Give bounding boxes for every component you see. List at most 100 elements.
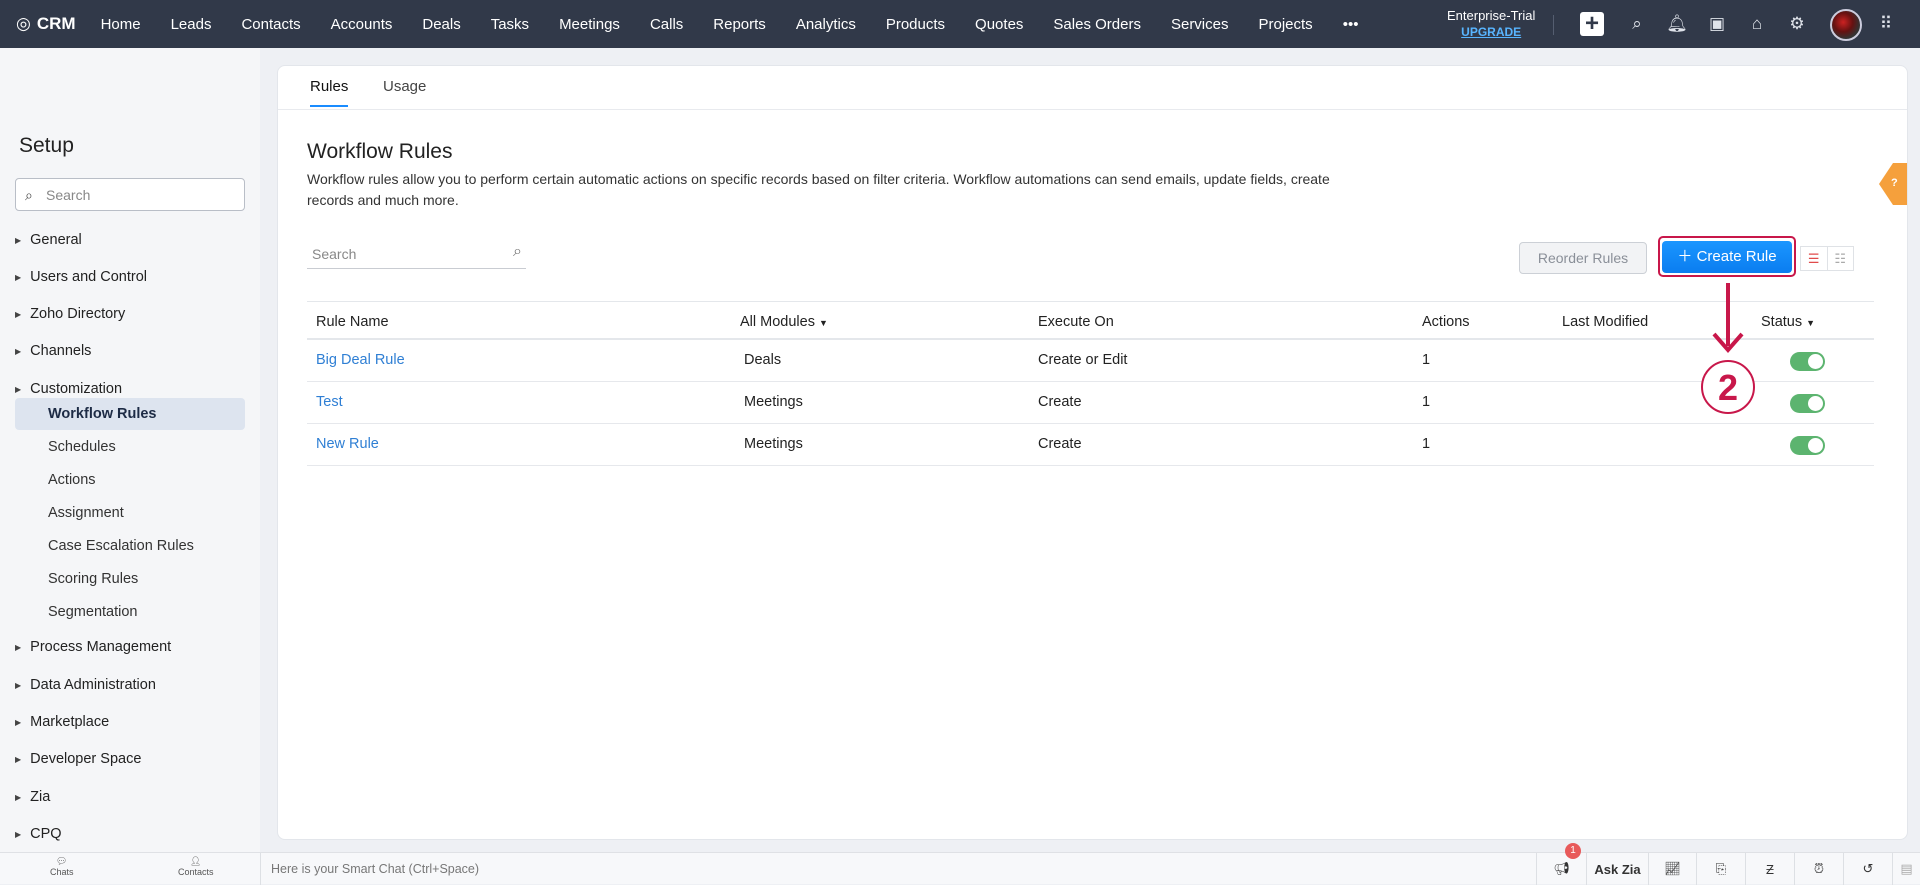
caret-right-icon: ▶ (15, 642, 22, 652)
module-nav: Home Leads Contacts Accounts Deals Tasks… (86, 16, 1374, 33)
divider (1553, 15, 1554, 35)
rule-name-link[interactable]: Test (316, 394, 343, 410)
bell-icon[interactable]: 🔔︎ (1665, 12, 1689, 36)
rule-name-link[interactable]: Big Deal Rule (316, 352, 405, 368)
sidebar-item-assignment[interactable]: Assignment (15, 497, 245, 529)
rules-search-input[interactable]: Search ⌕ (307, 243, 526, 269)
zia-icon[interactable]: Ƶ (1745, 853, 1794, 885)
rule-module: Meetings (744, 436, 803, 452)
nav-deals[interactable]: Deals (407, 16, 475, 33)
notification-badge: 1 (1565, 843, 1581, 859)
sidebar-item-data-administration[interactable]: ▶ Data Administration (15, 677, 156, 693)
history-icon[interactable]: ↺ (1843, 853, 1892, 885)
detail-view-icon[interactable]: ☷ (1828, 247, 1854, 270)
rule-execute-on: Create (1038, 394, 1082, 410)
col-last-modified: Last Modified (1562, 314, 1649, 330)
caret-right-icon: ▶ (15, 829, 22, 839)
sidebar-item-workflow-rules[interactable]: Workflow Rules (15, 398, 245, 430)
contacts-button[interactable]: 👤︎ Contacts (178, 856, 214, 877)
announcement-icon[interactable]: 📢︎ 1 (1536, 843, 1586, 885)
nav-reports[interactable]: Reports (698, 16, 781, 33)
sidebar-item-case-escalation-rules[interactable]: Case Escalation Rules (15, 530, 245, 562)
calendar-icon[interactable]: ▣ (1705, 12, 1729, 36)
rule-execute-on: Create or Edit (1038, 352, 1128, 368)
rule-name-link[interactable]: New Rule (316, 436, 379, 452)
sidebar-item-scoring-rules[interactable]: Scoring Rules (15, 563, 245, 595)
ask-zia-button[interactable]: Ask Zia (1586, 853, 1648, 885)
caret-right-icon: ▶ (15, 384, 22, 394)
status-toggle[interactable] (1790, 436, 1825, 455)
nav-tasks[interactable]: Tasks (476, 16, 544, 33)
caret-right-icon: ▶ (15, 309, 22, 319)
status-toggle[interactable] (1790, 394, 1825, 413)
search-icon[interactable]: ⌕ (1625, 12, 1649, 36)
sidebar-item-schedules[interactable]: Schedules (15, 431, 245, 463)
caret-right-icon: ▶ (15, 717, 22, 727)
sidebar-item-zoho-directory[interactable]: ▶ Zoho Directory (15, 306, 125, 322)
plus-icon: ＋ (1677, 248, 1697, 265)
caret-down-icon: ▼ (818, 318, 828, 328)
table-row: New Rule Meetings Create 1 (307, 424, 1874, 466)
sidebar-item-cpq[interactable]: ▶ CPQ (15, 826, 62, 842)
nav-products[interactable]: Products (871, 16, 960, 33)
alarm-icon[interactable]: ⏰︎ (1794, 853, 1843, 885)
status-toggle[interactable] (1790, 352, 1825, 371)
sidebar-item-marketplace[interactable]: ▶ Marketplace (15, 714, 109, 730)
nav-accounts[interactable]: Accounts (316, 16, 408, 33)
col-rule-name: Rule Name (316, 314, 389, 330)
upgrade-link[interactable]: UPGRADE (1447, 24, 1535, 40)
nav-analytics[interactable]: Analytics (781, 16, 871, 33)
analytics-icon[interactable]: 📈︎ (1648, 853, 1696, 885)
nav-projects[interactable]: Projects (1244, 16, 1328, 33)
tab-rules[interactable]: Rules (310, 78, 349, 107)
marketplace-icon[interactable]: ⌂ (1745, 12, 1769, 36)
sidebar-item-users-and-control[interactable]: ▶ Users and Control (15, 269, 147, 285)
sidebar-title: Setup (19, 134, 74, 157)
caret-down-icon: ▼ (1806, 318, 1816, 328)
plan-info: Enterprise-Trial UPGRADE (1447, 8, 1536, 40)
nav-contacts[interactable]: Contacts (226, 16, 315, 33)
gear-icon[interactable]: ⚙ (1785, 12, 1809, 36)
create-rule-button[interactable]: ＋ Create Rule (1662, 241, 1792, 273)
nav-sales-orders[interactable]: Sales Orders (1038, 16, 1156, 33)
nav-services[interactable]: Services (1156, 16, 1244, 33)
rule-execute-on: Create (1038, 436, 1082, 452)
sidebar-item-segmentation[interactable]: Segmentation (15, 596, 245, 628)
app-grid-icon[interactable]: ⠿ (1874, 12, 1898, 36)
caret-right-icon: ▶ (15, 792, 22, 802)
workflow-rules-panel: Rules Usage Workflow Rules Workflow rule… (277, 65, 1908, 840)
annotation-arrow: 2 (1701, 283, 1755, 414)
sidebar-item-customization[interactable]: ▶ Customization (15, 381, 122, 397)
search-icon: ⌕ (513, 243, 522, 260)
feedback-icon[interactable]: ▤ (1892, 853, 1920, 885)
sidebar-item-process-management[interactable]: ▶ Process Management (15, 639, 171, 655)
col-all-modules-filter[interactable]: All Modules ▼ (740, 314, 828, 330)
nav-quotes[interactable]: Quotes (960, 16, 1038, 33)
tab-usage[interactable]: Usage (383, 78, 426, 105)
crm-logo[interactable]: ◎ CRM (16, 14, 76, 34)
col-execute-on: Execute On (1038, 314, 1114, 330)
nav-meetings[interactable]: Meetings (544, 16, 635, 33)
sidebar-item-actions[interactable]: Actions (15, 464, 245, 496)
sidebar-item-developer-space[interactable]: ▶ Developer Space (15, 751, 141, 767)
setup-sidebar: Setup ⌕ Search ▶ General ▶ Users and Contro… (0, 48, 260, 852)
notes-icon[interactable]: ⎘ (1696, 853, 1745, 885)
rule-actions-count: 1 (1422, 352, 1431, 368)
reorder-rules-button[interactable]: Reorder Rules (1519, 242, 1647, 274)
table-row: Test Meetings Create 1 (307, 382, 1874, 424)
chats-button[interactable]: 💬︎ Chats (50, 856, 74, 877)
sidebar-item-general[interactable]: ▶ General (15, 232, 82, 248)
nav-calls[interactable]: Calls (635, 16, 698, 33)
avatar[interactable] (1830, 9, 1862, 41)
sidebar-item-channels[interactable]: ▶ Channels (15, 343, 91, 359)
nav-more[interactable]: ••• (1328, 16, 1374, 33)
table-header: Rule Name All Modules ▼ Execute On Actio… (307, 301, 1874, 340)
table-row: Big Deal Rule Deals Create or Edit 1 (307, 340, 1874, 382)
nav-leads[interactable]: Leads (156, 16, 227, 33)
add-icon[interactable]: + (1580, 10, 1604, 37)
list-view-icon[interactable]: ☰ (1801, 247, 1828, 270)
nav-home[interactable]: Home (86, 16, 156, 33)
sidebar-item-zia[interactable]: ▶ Zia (15, 789, 50, 805)
sidebar-search-input[interactable]: ⌕ Search (15, 178, 245, 211)
smart-chat-input[interactable]: Here is your Smart Chat (Ctrl+Space) (260, 853, 1535, 885)
